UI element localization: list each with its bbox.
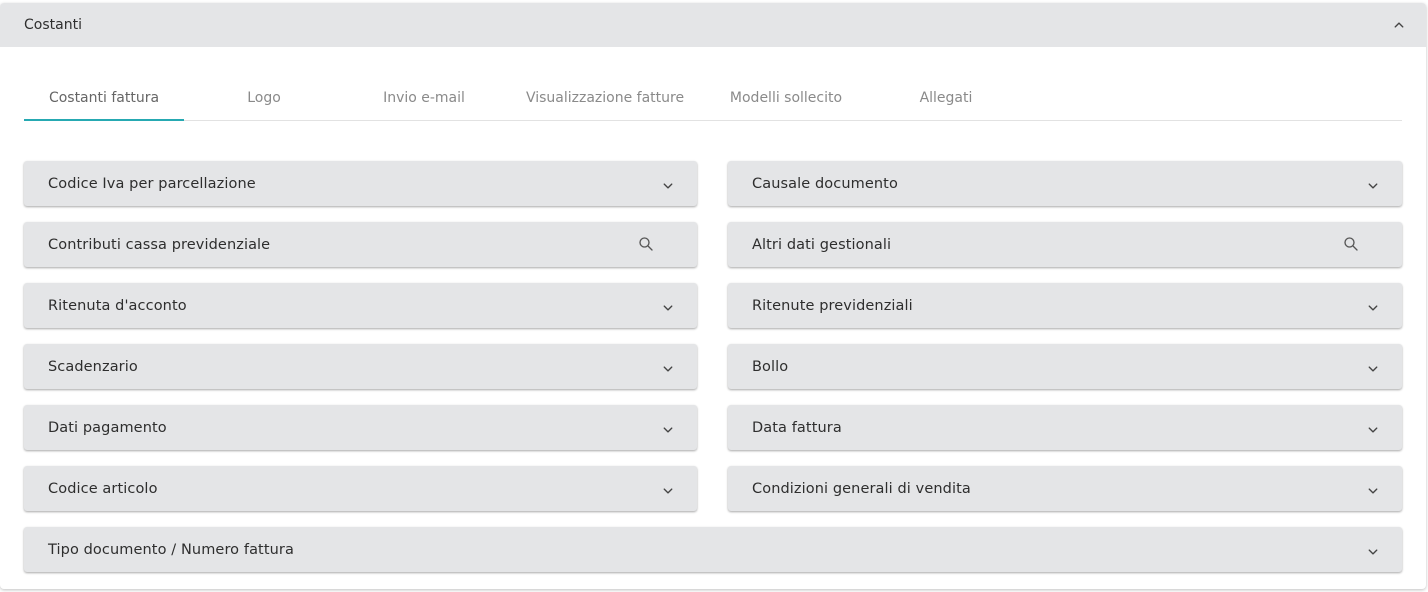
tab-logo[interactable]: Logo <box>184 75 344 121</box>
section-scadenzario[interactable]: Scadenzario <box>24 344 697 389</box>
section-condizioni-generali-vendita[interactable]: Condizioni generali di vendita <box>728 466 1402 511</box>
search-icon[interactable] <box>1342 235 1360 253</box>
search-icon[interactable] <box>637 235 655 253</box>
chevron-down-icon <box>1368 366 1378 372</box>
chevron-down-icon <box>663 366 673 372</box>
section-label: Data fattura <box>752 419 842 436</box>
section-label: Ritenuta d'acconto <box>48 297 187 314</box>
tab-bar: Costanti fattura Logo Invio e-mail Visua… <box>24 75 1402 121</box>
section-ritenute-previdenziali[interactable]: Ritenute previdenziali <box>728 283 1402 328</box>
section-causale-documento[interactable]: Causale documento <box>728 161 1402 206</box>
active-tab-indicator <box>24 119 184 121</box>
chevron-down-icon <box>663 183 673 189</box>
chevron-down-icon <box>1368 183 1378 189</box>
section-label: Codice Iva per parcellazione <box>48 175 256 192</box>
panel-header[interactable]: Costanti <box>0 3 1426 47</box>
section-label: Altri dati gestionali <box>752 236 892 253</box>
tab-visualizzazione-fatture[interactable]: Visualizzazione fatture <box>504 75 706 121</box>
section-label: Ritenute previdenziali <box>752 297 913 314</box>
chevron-down-icon <box>663 488 673 494</box>
section-data-fattura[interactable]: Data fattura <box>728 405 1402 450</box>
section-label: Codice articolo <box>48 480 158 497</box>
section-ritenuta-acconto[interactable]: Ritenuta d'acconto <box>24 283 697 328</box>
tab-modelli-sollecito[interactable]: Modelli sollecito <box>706 75 866 121</box>
section-label: Contributi cassa previdenziale <box>48 236 271 253</box>
tab-costanti-fattura[interactable]: Costanti fattura <box>24 75 184 121</box>
section-label: Dati pagamento <box>48 419 167 436</box>
section-codice-articolo[interactable]: Codice articolo <box>24 466 697 511</box>
section-label: Tipo documento / Numero fattura <box>48 541 294 558</box>
chevron-down-icon <box>1368 549 1378 555</box>
section-label: Scadenzario <box>48 358 138 375</box>
chevron-down-icon <box>1368 427 1378 433</box>
chevron-up-icon[interactable] <box>1390 16 1408 34</box>
chevron-down-icon <box>663 305 673 311</box>
section-tipo-documento-numero-fattura[interactable]: Tipo documento / Numero fattura <box>24 527 1402 572</box>
section-altri-dati-gestionali[interactable]: Altri dati gestionali <box>728 222 1402 267</box>
panel-title: Costanti <box>24 17 82 33</box>
tab-allegati[interactable]: Allegati <box>866 75 1026 121</box>
section-label: Condizioni generali di vendita <box>752 480 971 497</box>
section-label: Causale documento <box>752 175 898 192</box>
section-dati-pagamento[interactable]: Dati pagamento <box>24 405 697 450</box>
section-codice-iva-parcellazione[interactable]: Codice Iva per parcellazione <box>24 161 697 206</box>
chevron-down-icon <box>1368 305 1378 311</box>
costanti-panel: Costanti Costanti fattura Logo Invio e-m… <box>0 3 1426 589</box>
section-label: Bollo <box>752 358 789 375</box>
chevron-down-icon <box>1368 488 1378 494</box>
section-bollo[interactable]: Bollo <box>728 344 1402 389</box>
chevron-down-icon <box>663 427 673 433</box>
tab-invio-email[interactable]: Invio e-mail <box>344 75 504 121</box>
section-contributi-cassa-previdenziale[interactable]: Contributi cassa previdenziale <box>24 222 697 267</box>
